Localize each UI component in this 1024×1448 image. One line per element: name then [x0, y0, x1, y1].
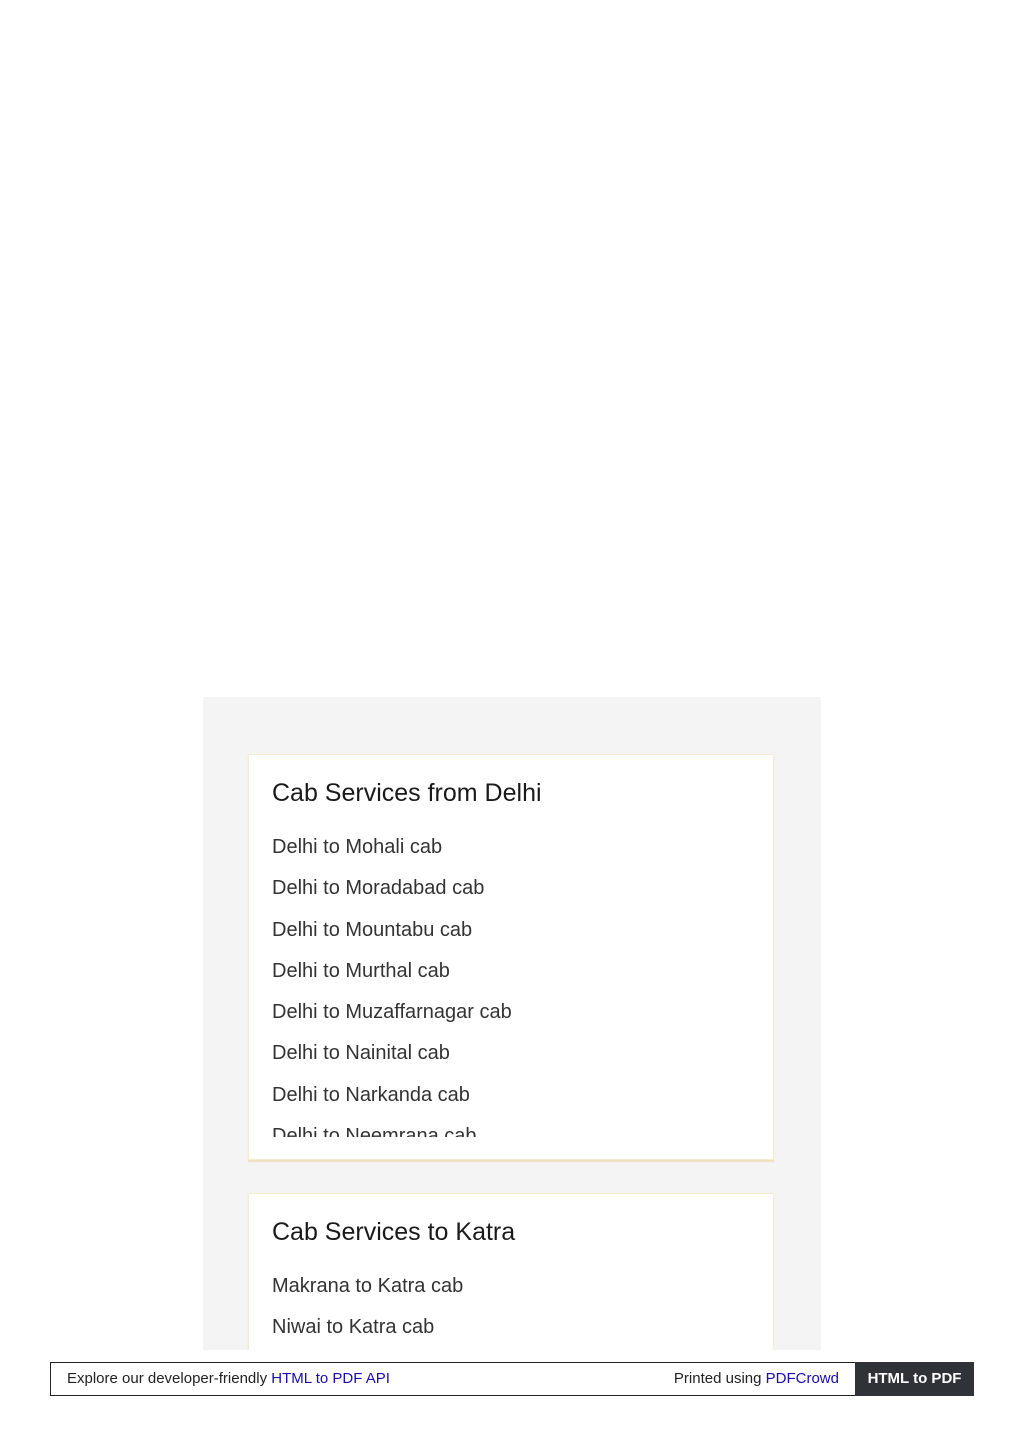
footer-printed-text: Printed using [673, 1370, 762, 1387]
html-to-pdf-api-link[interactable]: HTML to PDF API [271, 1370, 390, 1387]
cab-services-panel: Cab Services from Delhi Delhi to Mohali … [203, 697, 821, 1350]
footer-explore: Explore our developer-friendly HTML to P… [67, 1363, 390, 1395]
route-link-delhi-nainital[interactable]: Delhi to Nainital cab [272, 1039, 512, 1080]
route-link-niwai-katra[interactable]: Niwai to Katra cab [272, 1313, 463, 1350]
route-link-list: Delhi to Mohali cab Delhi to Moradabad c… [272, 833, 512, 1137]
html-to-pdf-button[interactable]: HTML to PDF [855, 1362, 974, 1396]
cab-services-from-delhi-card: Cab Services from Delhi Delhi to Mohali … [248, 754, 774, 1160]
page: Cab Services from Delhi Delhi to Mohali … [0, 0, 1024, 1448]
route-link-delhi-muzaffarnagar[interactable]: Delhi to Muzaffarnagar cab [272, 998, 512, 1039]
route-link-delhi-mohali[interactable]: Delhi to Mohali cab [272, 833, 512, 874]
route-link-list: Makrana to Katra cab Niwai to Katra cab [272, 1272, 463, 1350]
pdfcrowd-link[interactable]: PDFCrowd [766, 1370, 839, 1387]
card-title: Cab Services to Katra [272, 1218, 516, 1246]
route-link-delhi-moradabad[interactable]: Delhi to Moradabad cab [272, 874, 512, 915]
footer-printed: Printed using PDFCrowd [674, 1363, 839, 1395]
footer-explore-text: Explore our developer-friendly [67, 1370, 268, 1387]
route-link-makrana-katra[interactable]: Makrana to Katra cab [272, 1272, 463, 1313]
route-link-delhi-murthal[interactable]: Delhi to Murthal cab [272, 957, 512, 998]
pdfcrowd-footer-bar: Explore our developer-friendly HTML to P… [50, 1362, 974, 1396]
card-title: Cab Services from Delhi [272, 779, 542, 807]
route-link-delhi-narkanda[interactable]: Delhi to Narkanda cab [272, 1081, 512, 1122]
route-link-delhi-mountabu[interactable]: Delhi to Mountabu cab [272, 916, 512, 957]
route-link-delhi-neemrana[interactable]: Delhi to Neemrana cab [272, 1122, 512, 1137]
cab-services-to-katra-card: Cab Services to Katra Makrana to Katra c… [248, 1193, 774, 1350]
